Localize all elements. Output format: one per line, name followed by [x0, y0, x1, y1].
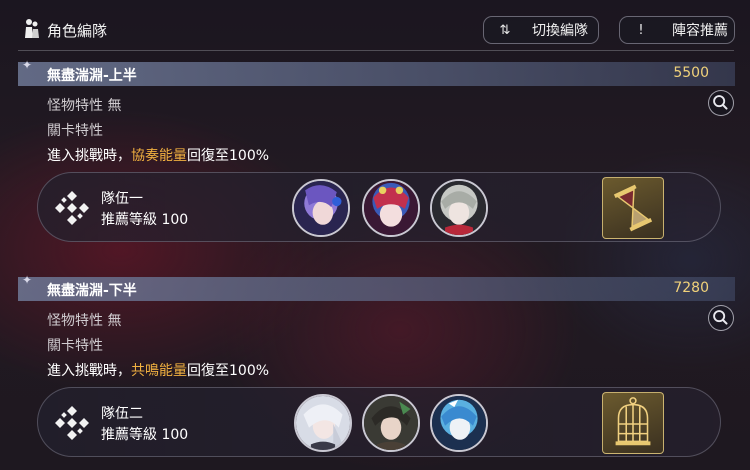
monster-traits-value: 無: [107, 98, 122, 114]
effect-suffix: 回復至100%: [187, 363, 270, 379]
stage-effect: 進入挑戰時，協奏能量回復至100%: [47, 145, 269, 165]
monster-traits-value: 無: [107, 313, 122, 329]
recommended-level: 推薦等級 100: [101, 209, 188, 229]
section-title: 無盡湍淵-上半: [47, 68, 137, 84]
team-name: 隊伍一: [101, 191, 143, 207]
effect-prefix: 進入挑戰時，: [47, 148, 131, 164]
section-score: 5500: [673, 65, 709, 81]
monster-traits-label: 怪物特性: [47, 313, 103, 329]
recommended-level-label: 推薦等級: [101, 212, 157, 228]
section-score: 7280: [673, 280, 709, 296]
stage-traits-label: 關卡特性: [47, 338, 103, 354]
stage-section-lower: ✦ 無盡湍淵-下半 7280 怪物特性 無 關卡特性 進入挑戰時，共鳴能量回復至…: [0, 273, 750, 470]
character-avatar-dark-hair[interactable]: [362, 394, 420, 452]
character-avatar-purple-hair[interactable]: [292, 179, 350, 237]
lineup-recommend-label: 陣容推薦: [672, 23, 728, 39]
lineup-recommend-button[interactable]: ! 陣容推薦: [619, 16, 735, 44]
monster-traits-label: 怪物特性: [47, 98, 103, 114]
character-avatar-white-hair[interactable]: [294, 394, 352, 452]
team-panel[interactable]: 隊伍一 推薦等級 100: [37, 172, 721, 242]
sparkle-icon: ✦: [22, 273, 33, 287]
recommended-level-value: 100: [161, 427, 189, 443]
effect-suffix: 回復至100%: [187, 148, 270, 164]
character-avatar-grey-hair[interactable]: [430, 179, 488, 237]
recommended-level-value: 100: [161, 212, 189, 228]
monster-traits: 怪物特性 無: [47, 310, 121, 330]
search-icon[interactable]: [708, 305, 734, 331]
hourglass-icon[interactable]: [602, 177, 664, 239]
character-avatar-red-blue-hair[interactable]: [362, 179, 420, 237]
page-title: 角色編隊: [47, 22, 108, 40]
effect-highlight: 協奏能量: [131, 148, 187, 164]
team-emblem-icon: [53, 189, 91, 227]
team-name: 隊伍二: [101, 406, 143, 422]
monster-traits: 怪物特性 無: [47, 95, 121, 115]
header-divider: [18, 50, 734, 51]
top-bar: 角色編隊 ⇅ 切換編隊 ! 陣容推薦: [0, 0, 750, 50]
switch-formation-label: 切換編隊: [532, 23, 588, 39]
search-icon[interactable]: [708, 90, 734, 116]
team-formation-icon: [24, 18, 40, 40]
switch-arrows-icon: ⇅: [499, 22, 511, 38]
exclamation-icon: !: [638, 22, 644, 38]
sparkle-icon: ✦: [22, 58, 33, 72]
effect-prefix: 進入挑戰時，: [47, 363, 131, 379]
recommended-level: 推薦等級 100: [101, 424, 188, 444]
section-title: 無盡湍淵-下半: [47, 283, 137, 299]
stage-traits-label: 關卡特性: [47, 123, 103, 139]
effect-highlight: 共鳴能量: [131, 363, 187, 379]
character-avatar-blue-hair[interactable]: [430, 394, 488, 452]
stage-effect: 進入挑戰時，共鳴能量回復至100%: [47, 360, 269, 380]
birdcage-icon[interactable]: [602, 392, 664, 454]
recommended-level-label: 推薦等級: [101, 427, 157, 443]
team-emblem-icon: [53, 404, 91, 442]
team-panel[interactable]: 隊伍二 推薦等級 100: [37, 387, 721, 457]
stage-section-upper: ✦ 無盡湍淵-上半 5500 怪物特性 無 關卡特性 進入挑戰時，協奏能量回復至…: [0, 58, 750, 258]
switch-formation-button[interactable]: ⇅ 切換編隊: [483, 16, 599, 44]
